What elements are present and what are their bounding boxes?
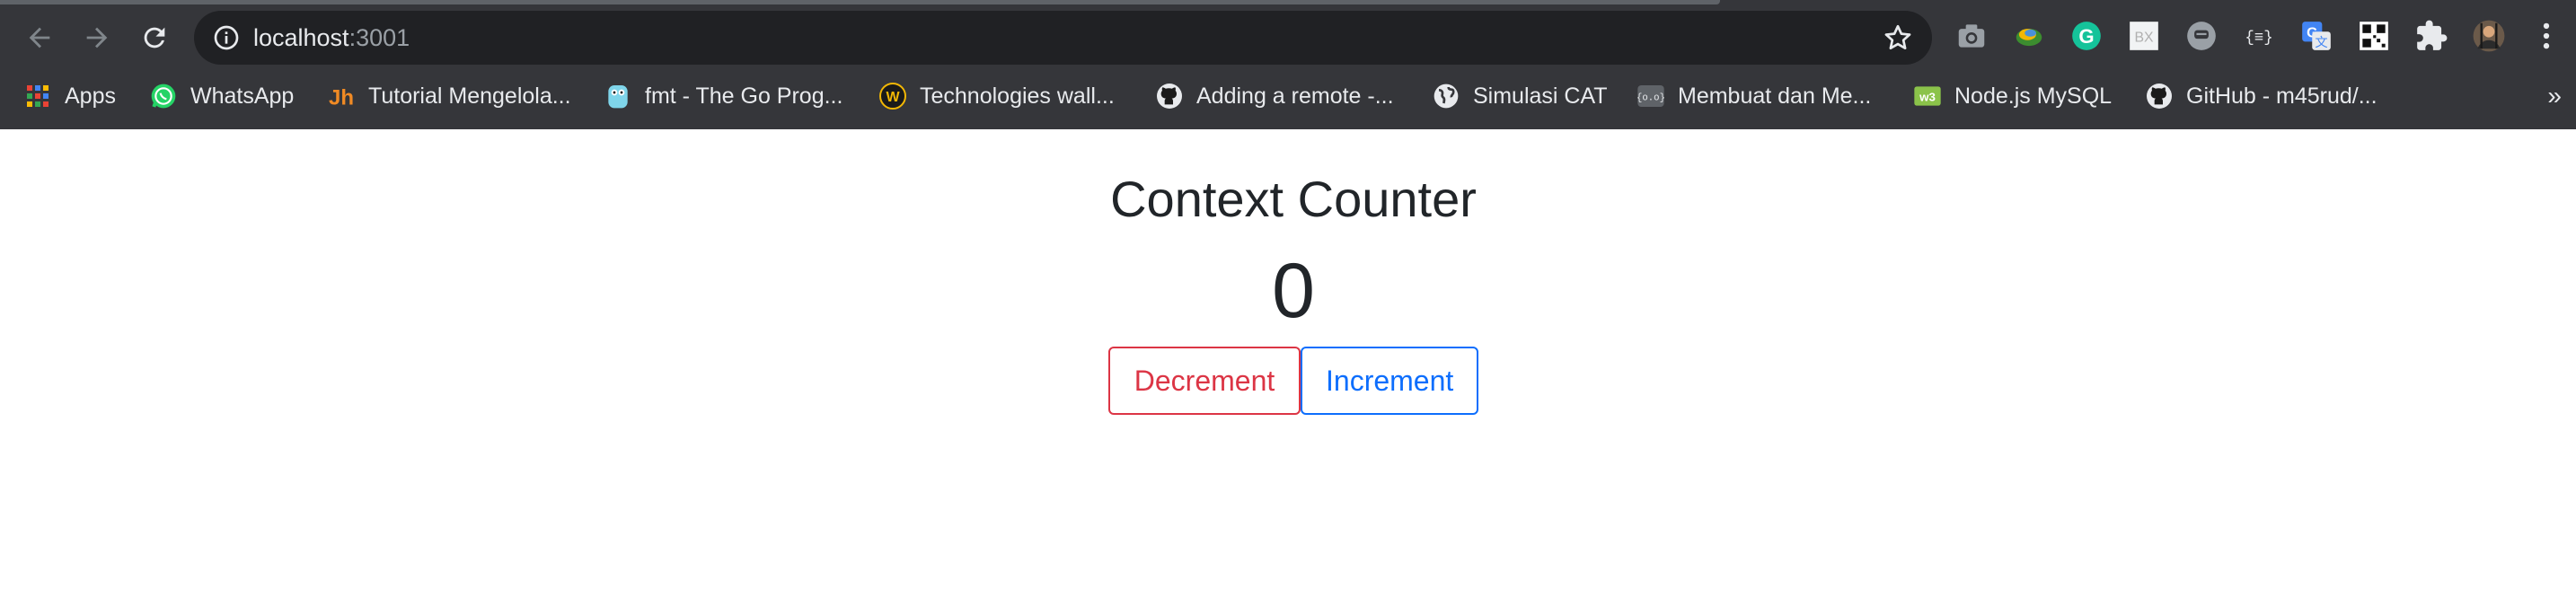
svg-text:W: W — [886, 90, 900, 105]
forward-arrow-icon — [86, 27, 108, 48]
bookmark-github-m45rud[interactable]: GitHub - m45rud/... — [2145, 77, 2378, 115]
whatsapp-icon — [149, 82, 178, 110]
reload-icon — [144, 27, 165, 48]
puzzle-icon[interactable] — [2414, 19, 2448, 53]
chat-extension-icon[interactable] — [2184, 19, 2219, 53]
url-text[interactable]: localhost:3001 — [253, 22, 410, 53]
gopher-icon — [604, 82, 632, 110]
bookmark-fmt[interactable]: fmt - The Go Prog... — [604, 77, 842, 115]
bookmark-whatsapp[interactable]: WhatsApp — [149, 77, 294, 115]
bookmark-label: Node.js MySQL — [1954, 84, 2113, 109]
forward-button[interactable] — [75, 16, 119, 59]
bookmark-label: WhatsApp — [190, 84, 295, 109]
bookmark-label: Tutorial Mengelola... — [368, 84, 571, 109]
bookmark-apps[interactable]: Apps — [23, 77, 116, 115]
tab-strip-line — [0, 0, 1720, 4]
site-info-icon[interactable] — [212, 23, 241, 52]
box-extension-icon[interactable]: BX — [2127, 19, 2161, 53]
counter-value: 0 — [1272, 248, 1315, 334]
svg-text:G: G — [2078, 25, 2094, 48]
github-icon — [1155, 82, 1184, 110]
json-extension-icon[interactable]: {≡} — [2242, 19, 2276, 53]
page-title: Context Counter — [1110, 171, 1477, 227]
code-badge-icon: {o.o} — [1636, 82, 1665, 110]
svg-text:BX: BX — [2134, 30, 2154, 45]
bookmark-label: Adding a remote -... — [1196, 84, 1394, 109]
earth-extension-icon[interactable] — [2012, 19, 2046, 53]
bookmark-label: Technologies wall... — [920, 84, 1115, 109]
github-icon — [2145, 82, 2174, 110]
svg-text:{≡}: {≡} — [2245, 30, 2272, 47]
bookmark-label: fmt - The Go Prog... — [645, 84, 843, 109]
svg-text:{o.o}: {o.o} — [1636, 93, 1665, 104]
counter-controls: Decrement Increment — [1108, 347, 1478, 415]
profile-avatar[interactable] — [2472, 19, 2506, 53]
back-button[interactable] — [18, 16, 61, 59]
google-translate-icon[interactable]: G文 — [2299, 19, 2333, 53]
w3-icon: w3 — [1913, 82, 1942, 110]
bookmark-tutorial[interactable]: Jh Tutorial Mengelola... — [327, 77, 571, 115]
jh-logo-icon: Jh — [327, 82, 356, 110]
address-bar[interactable]: localhost:3001 — [194, 11, 1932, 65]
qr-code-icon[interactable] — [2357, 19, 2391, 53]
menu-dots-icon[interactable] — [2529, 19, 2563, 53]
increment-button[interactable]: Increment — [1301, 347, 1478, 415]
browser-chrome: localhost:3001 G BX {≡} G文 Apps WhatsApp… — [0, 0, 2576, 129]
bookmark-technologies[interactable]: W Technologies wall... — [878, 77, 1115, 115]
bookmark-label: Membuat dan Me... — [1678, 84, 1872, 109]
bookmark-star-icon[interactable] — [1882, 22, 1914, 54]
bookmark-label: GitHub - m45rud/... — [2186, 84, 2378, 109]
decrement-button[interactable]: Decrement — [1108, 347, 1301, 415]
svg-text:Jh: Jh — [329, 85, 354, 110]
globe-icon — [1432, 82, 1460, 110]
svg-text:文: 文 — [2315, 35, 2327, 50]
apps-grid-icon — [23, 82, 52, 110]
bookmark-membuat[interactable]: {o.o} Membuat dan Me... — [1636, 77, 1871, 115]
more-bookmarks-button[interactable]: » — [2547, 83, 2562, 110]
bookmark-label: Apps — [65, 84, 116, 109]
url-port: :3001 — [348, 24, 410, 51]
page-content: Context Counter 0 Decrement Increment — [0, 129, 2576, 598]
back-arrow-icon — [29, 27, 50, 48]
url-host: localhost — [253, 24, 349, 51]
grammarly-icon[interactable]: G — [2069, 19, 2104, 53]
bookmark-nodejs-mysql[interactable]: w3 Node.js MySQL — [1913, 77, 2112, 115]
bookmark-simulasi-cat[interactable]: Simulasi CAT — [1432, 77, 1608, 115]
bookmark-label: Simulasi CAT — [1473, 84, 1608, 109]
reload-button[interactable] — [133, 16, 176, 59]
camera-extension-icon[interactable] — [1954, 19, 1989, 53]
svg-text:w3: w3 — [1919, 90, 1936, 103]
bookmark-adding-remote[interactable]: Adding a remote -... — [1155, 77, 1394, 115]
bookmarks-bar: Apps WhatsApp Jh Tutorial Mengelola... f… — [0, 74, 2576, 119]
w-badge-icon: W — [878, 82, 907, 110]
